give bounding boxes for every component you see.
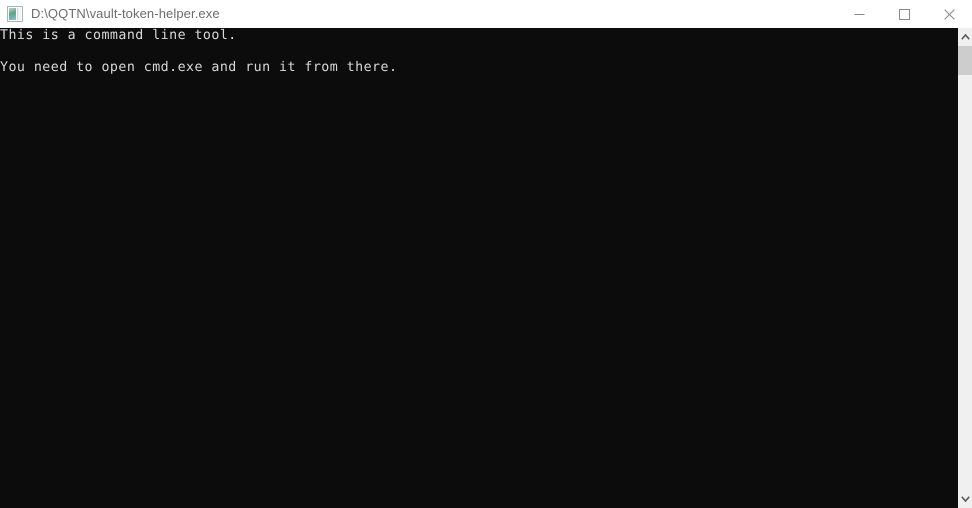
- scrollbar-track[interactable]: [958, 46, 972, 490]
- console-output-area[interactable]: This is a command line tool. You need to…: [0, 28, 958, 508]
- title-bar[interactable]: D:\QQTN\vault-token-helper.exe: [0, 0, 972, 28]
- chevron-up-icon: [960, 34, 970, 40]
- minimize-icon: [854, 13, 865, 15]
- console-app-icon: [7, 6, 23, 22]
- minimize-button[interactable]: [837, 0, 882, 28]
- close-icon: [944, 8, 955, 20]
- close-button[interactable]: [927, 0, 972, 28]
- maximize-icon: [899, 8, 910, 20]
- window-title: D:\QQTN\vault-token-helper.exe: [31, 6, 220, 21]
- scroll-down-button[interactable]: [958, 490, 972, 508]
- maximize-button[interactable]: [882, 0, 927, 28]
- scrollbar-thumb[interactable]: [958, 46, 972, 75]
- vertical-scrollbar[interactable]: [958, 28, 972, 508]
- console-output-text: This is a command line tool. You need to…: [0, 28, 398, 75]
- scroll-up-button[interactable]: [958, 28, 972, 46]
- chevron-down-icon: [960, 496, 970, 502]
- console-app-icon-glyph-left: [9, 8, 16, 20]
- console-app-icon-glyph-right: [17, 8, 21, 20]
- console-window: D:\QQTN\vault-token-helper.exe This is a…: [0, 0, 972, 508]
- caption-button-group: [837, 0, 972, 28]
